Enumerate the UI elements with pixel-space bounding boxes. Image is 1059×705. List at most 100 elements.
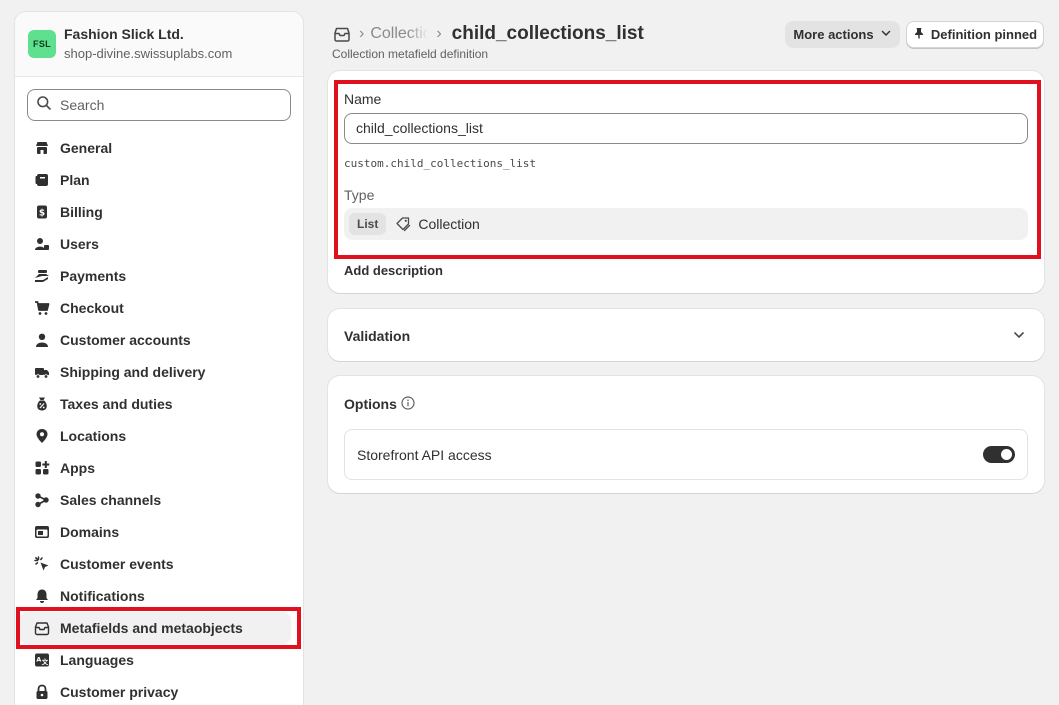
store-avatar: FSL <box>28 30 56 58</box>
more-actions-label: More actions <box>793 27 874 42</box>
sidebar-item-languages[interactable]: A文 Languages <box>15 644 303 676</box>
info-icon[interactable] <box>401 396 415 410</box>
svg-text:文: 文 <box>41 657 49 666</box>
sidebar-item-label: Languages <box>60 652 134 668</box>
sidebar-item-label: Notifications <box>60 588 145 604</box>
sidebar-item-customer-accounts[interactable]: Customer accounts <box>15 324 303 356</box>
store-header[interactable]: FSL Fashion Slick Ltd. shop-divine.swiss… <box>15 12 303 77</box>
name-field[interactable]: child_collections_list <box>344 113 1028 144</box>
sidebar-item-checkout[interactable]: Checkout <box>15 292 303 324</box>
type-label: Type <box>344 187 375 203</box>
sidebar-item-apps[interactable]: Apps <box>15 452 303 484</box>
type-field: List Collection <box>344 208 1028 240</box>
sidebar-item-general[interactable]: General <box>15 132 303 164</box>
list-badge: List <box>349 213 387 235</box>
sidebar-item-payments[interactable]: Payments <box>15 260 303 292</box>
person-icon <box>34 332 50 348</box>
location-icon <box>34 428 50 444</box>
sidebar-item-customer-privacy[interactable]: Customer privacy <box>15 676 303 705</box>
chevron-down-icon[interactable] <box>1012 328 1026 342</box>
sidebar-item-sales-channels[interactable]: Sales channels <box>15 484 303 516</box>
plan-icon <box>34 172 50 188</box>
breadcrumb-separator: › <box>359 25 365 42</box>
collection-icon <box>395 216 411 232</box>
channels-icon <box>34 492 50 508</box>
storefront-access-toggle[interactable] <box>983 446 1015 463</box>
sidebar-item-label: Shipping and delivery <box>60 364 206 380</box>
storefront-access-row: Storefront API access <box>344 429 1028 480</box>
settings-sidebar: FSL Fashion Slick Ltd. shop-divine.swiss… <box>14 11 304 705</box>
sidebar-item-label: Domains <box>60 524 120 540</box>
options-title: Options <box>344 396 397 412</box>
tax-icon <box>34 396 50 412</box>
namespace-key: custom.child_collections_list <box>344 157 537 170</box>
validation-title: Validation <box>344 328 411 344</box>
search-icon <box>36 95 52 116</box>
pin-icon <box>913 27 925 42</box>
options-card: Options Storefront API access <box>328 376 1044 493</box>
cart-icon <box>34 300 50 316</box>
toggle-knob <box>1001 449 1012 460</box>
storefront-access-label: Storefront API access <box>357 447 492 463</box>
add-description-link[interactable]: Add description <box>344 263 443 278</box>
sidebar-item-label: Billing <box>60 204 103 220</box>
metafields-icon[interactable] <box>333 25 351 43</box>
breadcrumb: › Collections › child_collections_list <box>333 20 644 48</box>
sidebar-item-shipping[interactable]: Shipping and delivery <box>15 356 303 388</box>
sidebar-item-label: Apps <box>60 460 95 476</box>
sidebar-item-label: Checkout <box>60 300 124 316</box>
sidebar-item-taxes[interactable]: Taxes and duties <box>15 388 303 420</box>
search-input[interactable]: Search <box>27 89 291 121</box>
page-subtitle: Collection metafield definition <box>332 47 489 61</box>
definition-pinned-label: Definition pinned <box>930 27 1038 42</box>
breadcrumb-separator: › <box>436 25 442 42</box>
sidebar-item-label: Metafields and metaobjects <box>60 620 243 636</box>
sidebar-item-label: General <box>60 140 113 156</box>
sidebar-item-label: Users <box>60 236 99 252</box>
sidebar-item-label: Locations <box>60 428 127 444</box>
definition-pinned-button[interactable]: Definition pinned <box>906 21 1044 48</box>
sidebar-item-label: Customer accounts <box>60 332 191 348</box>
cursor-icon <box>34 556 50 572</box>
chevron-down-icon <box>880 27 892 42</box>
store-icon <box>34 140 50 156</box>
type-value: Collection <box>418 216 480 232</box>
bell-icon <box>34 588 50 604</box>
sidebar-item-label: Customer privacy <box>60 684 179 700</box>
breadcrumb-collections-link[interactable]: Collections <box>370 25 428 43</box>
name-label: Name <box>344 91 382 107</box>
sidebar-item-plan[interactable]: Plan <box>15 164 303 196</box>
lock-icon <box>34 684 50 700</box>
more-actions-button[interactable]: More actions <box>785 21 900 48</box>
apps-icon <box>34 460 50 476</box>
store-domain: shop-divine.swissuplabs.com <box>64 46 233 61</box>
payments-icon <box>34 268 50 284</box>
store-info: Fashion Slick Ltd. shop-divine.swissupla… <box>64 25 232 63</box>
sidebar-item-label: Sales channels <box>60 492 162 508</box>
svg-text:A: A <box>36 656 41 664</box>
sidebar-item-metafields[interactable]: Metafields and metaobjects <box>19 612 291 644</box>
sidebar-item-notifications[interactable]: Notifications <box>15 580 303 612</box>
sidebar-item-label: Customer events <box>60 556 174 572</box>
domains-icon <box>34 524 50 540</box>
svg-text:$: $ <box>39 209 45 219</box>
metafields-icon <box>34 620 50 636</box>
sidebar-item-label: Taxes and duties <box>60 396 173 412</box>
sidebar-item-domains[interactable]: Domains <box>15 516 303 548</box>
settings-nav: General Plan $ Billing Users Payments Ch… <box>15 132 303 705</box>
sidebar-item-users[interactable]: Users <box>15 228 303 260</box>
languages-icon: A文 <box>34 652 50 668</box>
page-title: child_collections_list <box>451 23 644 44</box>
definition-card: Name child_collections_list custom.child… <box>328 71 1044 293</box>
users-icon <box>34 236 50 252</box>
search-placeholder: Search <box>60 97 105 113</box>
validation-card[interactable]: Validation <box>328 309 1044 361</box>
store-name: Fashion Slick Ltd. <box>64 26 184 42</box>
sidebar-item-label: Payments <box>60 268 127 284</box>
sidebar-item-billing[interactable]: $ Billing <box>15 196 303 228</box>
truck-icon <box>34 364 50 380</box>
sidebar-item-customer-events[interactable]: Customer events <box>15 548 303 580</box>
sidebar-item-locations[interactable]: Locations <box>15 420 303 452</box>
sidebar-item-label: Plan <box>60 172 90 188</box>
billing-icon: $ <box>34 204 50 220</box>
